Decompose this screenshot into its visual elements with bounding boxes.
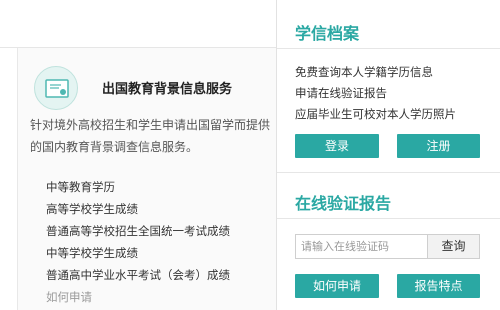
service-link-list: 中等教育学历 高等学校学生成绩 普通高等学校招生全国统一考试成绩 中等学校学生成… [46, 176, 230, 308]
link-academic-proficiency-test[interactable]: 普通高中学业水平考试（会考）成绩 [46, 264, 230, 286]
link-secondary-education[interactable]: 中等教育学历 [46, 176, 230, 198]
link-gaokao-scores[interactable]: 普通高等学校招生全国统一考试成绩 [46, 220, 230, 242]
archive-title: 学信档案 [295, 24, 360, 43]
verify-divider [277, 218, 500, 219]
how-to-apply-button[interactable]: 如何申请 [295, 274, 379, 298]
archive-divider [277, 48, 500, 49]
login-button[interactable]: 登录 [295, 134, 379, 158]
link-secondary-school-grades[interactable]: 中等学校学生成绩 [46, 242, 230, 264]
report-features-button[interactable]: 报告特点 [397, 274, 480, 298]
certificate-icon [34, 66, 78, 110]
service-panel: 出国教育背景信息服务 针对境外高校招生和学生申请出国留学而提供的国内教育背景调查… [17, 48, 276, 310]
service-title: 出国教育背景信息服务 [102, 82, 233, 97]
verify-top-divider [277, 172, 500, 173]
right-sidebar: 学信档案 免费查询本人学籍学历信息 申请在线验证报告 应届毕业生可校对本人学历照… [277, 0, 500, 310]
archive-item-photo-check: 应届毕业生可校对本人学历照片 [295, 107, 456, 121]
left-top-bar [0, 0, 276, 48]
archive-item-apply-report: 申请在线验证报告 [295, 86, 387, 100]
service-description: 针对境外高校招生和学生申请出国留学而提供的国内教育背景调查信息服务。 [30, 118, 271, 154]
archive-info-list: 免费查询本人学籍学历信息 申请在线验证报告 应届毕业生可校对本人学历照片 [295, 62, 456, 125]
verification-code-input[interactable] [295, 234, 427, 259]
link-how-to-apply[interactable]: 如何申请 [46, 286, 230, 308]
verify-title: 在线验证报告 [295, 194, 392, 213]
archive-item-free-query: 免费查询本人学籍学历信息 [295, 65, 433, 79]
link-university-grades[interactable]: 高等学校学生成绩 [46, 198, 230, 220]
register-button[interactable]: 注册 [397, 134, 480, 158]
search-button[interactable]: 查询 [427, 234, 480, 259]
